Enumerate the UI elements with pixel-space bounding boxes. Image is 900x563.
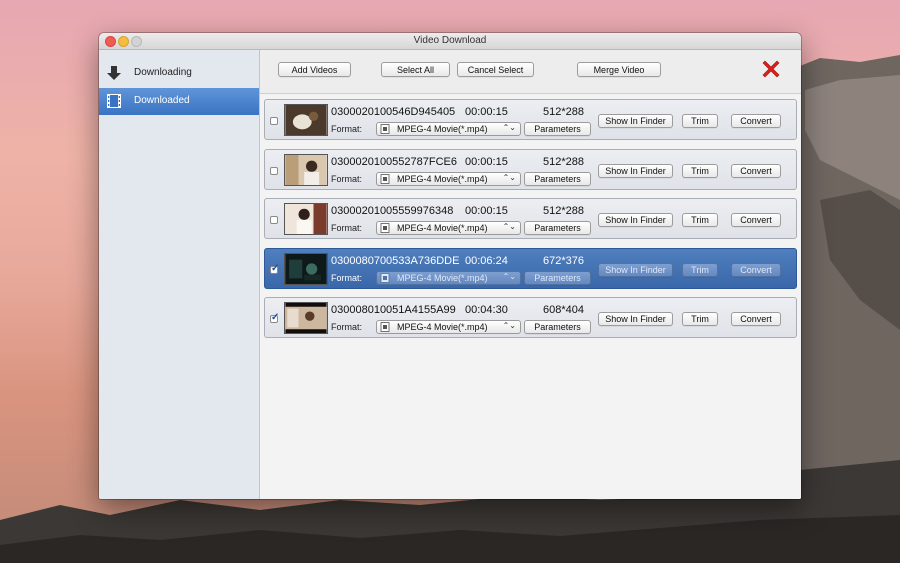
cancel-select-button[interactable]: Cancel Select	[457, 62, 534, 77]
select-arrows-icon: ⌃⌄	[502, 222, 516, 231]
video-file-name: 03000201005559976348	[331, 205, 454, 217]
select-arrows-icon: ⌃⌄	[502, 173, 516, 182]
video-resolution: 512*288	[543, 106, 584, 118]
format-select[interactable]: MPEG-4 Movie(*.mp4) ⌃⌄	[376, 122, 521, 136]
movie-file-icon	[380, 223, 390, 233]
video-thumbnail	[284, 253, 328, 285]
video-thumbnail	[284, 154, 328, 186]
main-panel: Add Videos Select All Cancel Select Merg…	[260, 50, 801, 499]
format-select-value: MPEG-4 Movie(*.mp4)	[397, 174, 488, 184]
convert-button[interactable]: Convert	[731, 114, 781, 128]
format-select[interactable]: MPEG-4 Movie(*.mp4) ⌃⌄	[376, 271, 521, 285]
video-duration: 00:06:24	[465, 255, 508, 267]
film-icon	[107, 94, 121, 108]
convert-button[interactable]: Convert	[731, 164, 781, 178]
video-resolution: 608*404	[543, 304, 584, 316]
format-select[interactable]: MPEG-4 Movie(*.mp4) ⌃⌄	[376, 172, 521, 186]
video-duration: 00:00:15	[465, 106, 508, 118]
add-videos-button[interactable]: Add Videos	[278, 62, 351, 77]
sidebar-item-label: Downloading	[134, 67, 192, 78]
video-thumbnail	[284, 203, 328, 235]
trim-button[interactable]: Trim	[682, 114, 718, 128]
select-all-button[interactable]: Select All	[381, 62, 450, 77]
format-select-value: MPEG-4 Movie(*.mp4)	[397, 322, 488, 332]
video-file-name: 030008010051A4155A99	[331, 304, 456, 316]
movie-file-icon	[380, 322, 390, 332]
video-resolution: 512*288	[543, 156, 584, 168]
sidebar-item-downloaded[interactable]: Downloaded	[99, 88, 259, 115]
format-label: Format:	[331, 124, 363, 134]
convert-button[interactable]: Convert	[731, 312, 781, 326]
parameters-button[interactable]: Parameters	[524, 271, 591, 285]
video-download-window: Video Download Downloading Downloaded Ad…	[99, 33, 801, 499]
video-duration: 00:00:15	[465, 205, 508, 217]
list-item[interactable]: 0300020100546D945405 00:00:15 512*288 Fo…	[264, 99, 797, 140]
merge-video-button[interactable]: Merge Video	[577, 62, 661, 77]
list-item[interactable]: 030008010051A4155A99 00:04:30 608*404 Fo…	[264, 297, 797, 338]
sidebar-item-downloading[interactable]: Downloading	[99, 60, 259, 87]
row-checkbox[interactable]	[270, 117, 278, 125]
red-x-icon[interactable]	[760, 58, 782, 80]
format-label: Format:	[331, 322, 363, 332]
format-label: Format:	[331, 223, 363, 233]
video-file-name: 0300080700533A736DDE	[331, 255, 460, 267]
video-file-name: 0300020100552787FCE6	[331, 156, 458, 168]
show-in-finder-button[interactable]: Show In Finder	[598, 213, 673, 227]
row-checkbox[interactable]	[270, 216, 278, 224]
select-arrows-icon: ⌃⌄	[502, 123, 516, 132]
row-checkbox[interactable]	[270, 167, 278, 175]
video-resolution: 512*288	[543, 205, 584, 217]
video-duration: 00:04:30	[465, 304, 508, 316]
list-item[interactable]: 03000201005559976348 00:00:15 512*288 Fo…	[264, 198, 797, 239]
download-arrow-icon	[107, 66, 121, 80]
show-in-finder-button[interactable]: Show In Finder	[598, 114, 673, 128]
list-item[interactable]: 0300020100552787FCE6 00:00:15 512*288 Fo…	[264, 149, 797, 190]
title-bar: Video Download	[99, 33, 801, 50]
format-select-value: MPEG-4 Movie(*.mp4)	[397, 273, 488, 283]
format-label: Format:	[331, 273, 363, 283]
convert-button[interactable]: Convert	[731, 263, 781, 277]
format-label: Format:	[331, 174, 363, 184]
show-in-finder-button[interactable]: Show In Finder	[598, 263, 673, 277]
trim-button[interactable]: Trim	[682, 312, 718, 326]
row-checkbox[interactable]	[270, 312, 279, 323]
sidebar-item-label: Downloaded	[134, 95, 190, 106]
parameters-button[interactable]: Parameters	[524, 221, 591, 235]
downloaded-list: 0300020100546D945405 00:00:15 512*288 Fo…	[260, 94, 801, 499]
video-duration: 00:00:15	[465, 156, 508, 168]
parameters-button[interactable]: Parameters	[524, 320, 591, 334]
show-in-finder-button[interactable]: Show In Finder	[598, 164, 673, 178]
select-arrows-icon: ⌃⌄	[502, 321, 516, 330]
video-file-name: 0300020100546D945405	[331, 106, 456, 118]
sidebar: Downloading Downloaded	[99, 50, 260, 499]
select-arrows-icon: ⌃⌄	[502, 272, 516, 281]
format-select[interactable]: MPEG-4 Movie(*.mp4) ⌃⌄	[376, 320, 521, 334]
window-title: Video Download	[413, 35, 487, 46]
toolbar: Add Videos Select All Cancel Select Merg…	[260, 50, 801, 94]
movie-file-icon	[380, 174, 390, 184]
movie-file-icon	[380, 124, 390, 134]
show-in-finder-button[interactable]: Show In Finder	[598, 312, 673, 326]
format-select-value: MPEG-4 Movie(*.mp4)	[397, 223, 488, 233]
video-thumbnail	[284, 302, 328, 334]
trim-button[interactable]: Trim	[682, 213, 718, 227]
parameters-button[interactable]: Parameters	[524, 172, 591, 186]
list-item-selected[interactable]: 0300080700533A736DDE 00:06:24 672*376 Fo…	[264, 248, 797, 289]
parameters-button[interactable]: Parameters	[524, 122, 591, 136]
trim-button[interactable]: Trim	[682, 164, 718, 178]
format-select[interactable]: MPEG-4 Movie(*.mp4) ⌃⌄	[376, 221, 521, 235]
video-resolution: 672*376	[543, 255, 584, 267]
format-select-value: MPEG-4 Movie(*.mp4)	[397, 124, 488, 134]
video-thumbnail	[284, 104, 328, 136]
row-checkbox[interactable]	[270, 263, 279, 274]
movie-file-icon	[380, 273, 390, 283]
convert-button[interactable]: Convert	[731, 213, 781, 227]
trim-button[interactable]: Trim	[682, 263, 718, 277]
